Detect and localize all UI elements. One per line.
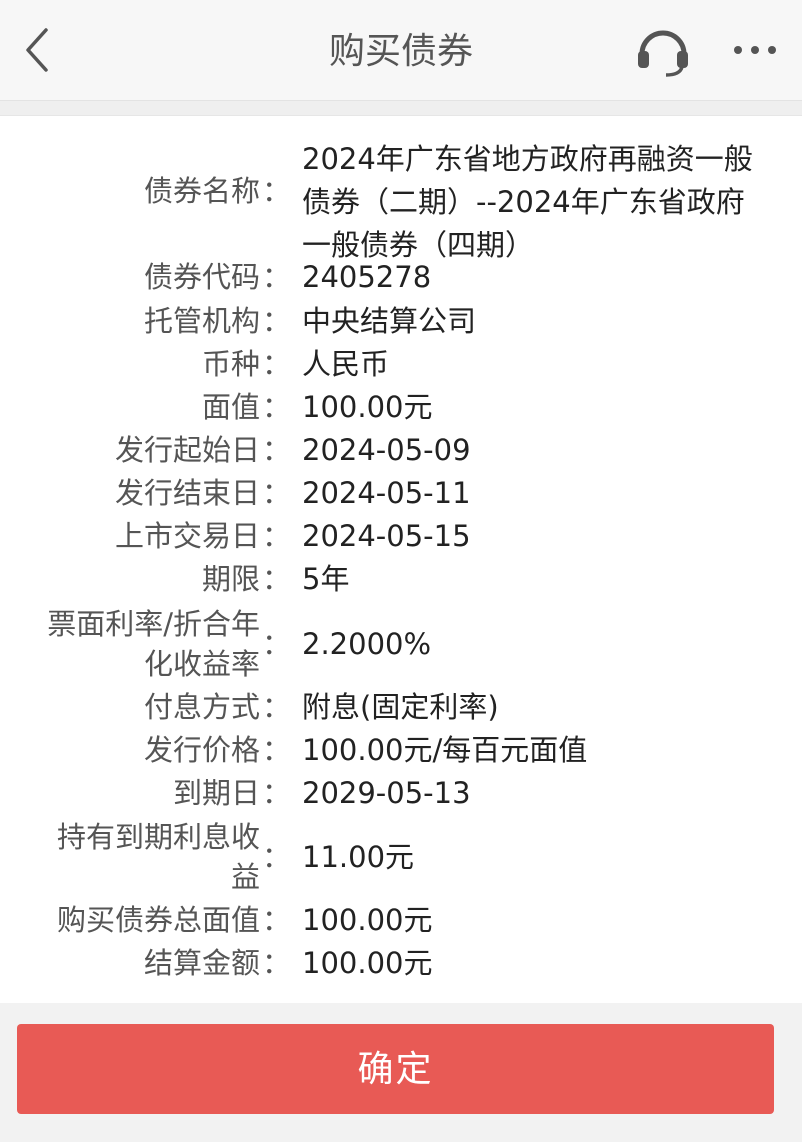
maturity-interest-value: 11.00元 [302,840,415,874]
customer-service-button[interactable] [634,24,692,78]
listing-date-value: 2024-05-15 [302,519,471,553]
back-arrow-icon [26,28,48,72]
bond-name-colon: ： [262,174,292,208]
headset-icon [638,30,688,77]
currency-colon: ： [262,347,292,381]
bond-name-value: 2024年广东省地方政府再融资一般债券（二期）--2024年广东省政府一般债券（… [302,142,753,262]
maturity-date-colon: ： [262,776,292,810]
more-button[interactable] [730,30,780,70]
term-colon: ： [262,562,292,596]
bond-code-colon: ： [262,260,292,294]
bond-code-value: 2405278 [302,260,432,294]
issue-end-colon: ： [262,476,292,510]
maturity-date-value: 2029-05-13 [302,776,471,810]
confirm-button[interactable]: 确定 [17,1024,774,1114]
coupon-rate-value: 2.2000% [302,627,432,661]
settlement-amount-label: 结算金额 [143,946,260,980]
bond-detail-panel: 债券名称 ： 2024年广东省地方政府再融资一般债券（二期）--2024年广东省… [0,115,802,1004]
settlement-amount-colon: ： [262,946,292,980]
listing-date-colon: ： [262,519,292,553]
currency-label: 币种 [201,347,260,381]
total-face-value-colon: ： [262,903,292,937]
interest-method-colon: ： [262,690,292,724]
custodian-value: 中央结算公司 [302,304,477,338]
nav-bar: 购买债券 [0,0,802,101]
face-value-value: 100.00元 [302,390,433,424]
settlement-amount-value: 100.00元 [302,946,433,980]
page-title: 购买债券 [328,31,473,72]
issue-end-label: 发行结束日 [114,476,260,510]
listing-date-label: 上市交易日 [114,519,260,553]
issue-end-value: 2024-05-11 [302,476,471,510]
coupon-rate-label-line2: 化收益率 [143,647,260,681]
term-label: 期限 [201,562,260,596]
bond-code-label: 债券代码 [143,260,260,294]
maturity-interest-label-line1: 持有到期利息收 [56,820,260,854]
total-face-value-label: 购买债券总面值 [56,903,260,937]
coupon-rate-colon: ： [262,627,292,661]
currency-value: 人民币 [302,347,390,381]
issue-price-value: 100.00元/每百元面值 [302,733,588,767]
term-value: 5年 [302,562,350,596]
maturity-interest-label-line2: 益 [230,860,260,894]
interest-method-value: 附息(固定利率) [302,690,499,724]
issue-price-colon: ： [262,733,292,767]
custodian-colon: ： [262,304,292,338]
issue-start-label: 发行起始日 [114,433,260,467]
custodian-label: 托管机构 [143,304,260,338]
total-face-value-value: 100.00元 [302,903,433,937]
more-icon [734,46,776,54]
issue-price-label: 发行价格 [143,733,260,767]
face-value-label: 面值 [201,390,260,424]
maturity-interest-colon: ： [262,840,292,874]
issue-start-value: 2024-05-09 [302,433,471,467]
interest-method-label: 付息方式 [143,690,260,724]
back-button[interactable] [18,22,58,78]
issue-start-colon: ： [262,433,292,467]
bond-name-label: 债券名称 [143,174,260,208]
maturity-date-label: 到期日 [172,776,260,810]
coupon-rate-label-line1: 票面利率/折合年 [47,607,260,641]
section-gap [0,101,802,115]
face-value-colon: ： [262,390,292,424]
